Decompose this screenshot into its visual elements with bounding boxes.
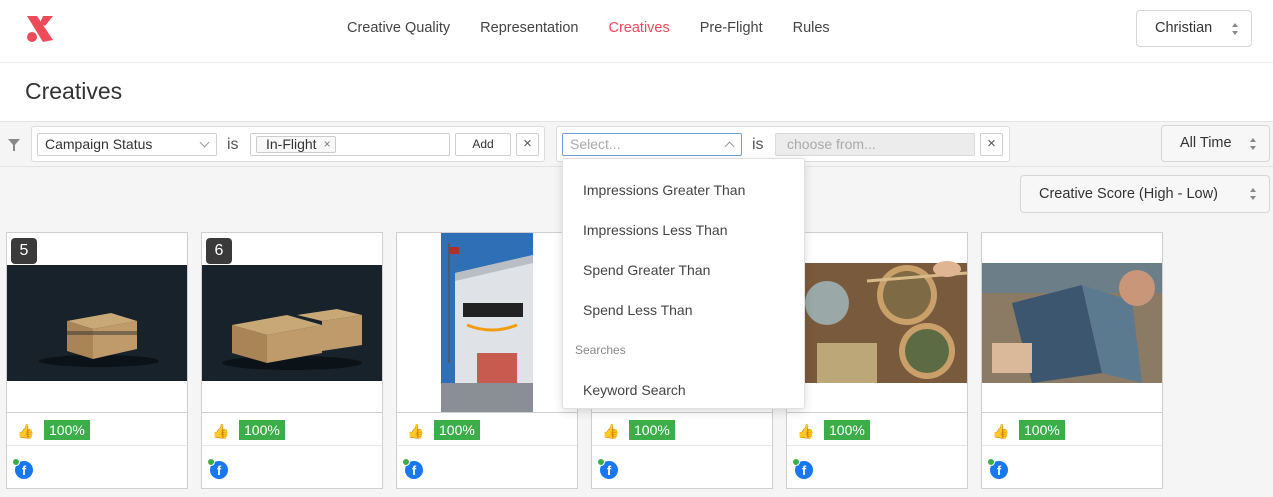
score-badge: 100%: [824, 420, 870, 440]
filter-group-1: Campaign Status is In-Flight × Add ×: [31, 126, 545, 162]
score-badge: 100%: [1019, 420, 1065, 440]
filter-value-input[interactable]: In-Flight ×: [250, 133, 450, 156]
thumbs-up-icon[interactable]: 👍: [797, 423, 814, 440]
score-badge: 100%: [239, 420, 285, 440]
tag-label: In-Flight: [266, 136, 317, 152]
thumbs-up-icon[interactable]: 👍: [17, 423, 34, 440]
thumbs-up-icon[interactable]: 👍: [992, 423, 1009, 440]
filter-icon: [8, 139, 20, 151]
card-divider: [397, 445, 577, 446]
remove-filter-1-button[interactable]: ×: [516, 133, 539, 156]
filter-operator-2: is: [752, 136, 764, 153]
creative-card[interactable]: 👍 100% f: [786, 232, 968, 489]
active-status-dot: [12, 458, 20, 466]
remove-filter-2-button[interactable]: ×: [980, 133, 1003, 156]
dumplings-image: [787, 261, 967, 383]
magazine-reader-image: [982, 263, 1162, 383]
creative-card[interactable]: 👍 100% f: [396, 232, 578, 489]
nav-pre-flight[interactable]: Pre-Flight: [700, 20, 763, 36]
thumbs-up-icon[interactable]: 👍: [602, 423, 619, 440]
select-arrows-icon: [1250, 138, 1256, 150]
thumbs-up-icon[interactable]: 👍: [212, 423, 229, 440]
user-menu-button[interactable]: Christian: [1136, 10, 1252, 47]
active-status-dot: [597, 458, 605, 466]
active-status-dot: [207, 458, 215, 466]
filter-operator: is: [227, 136, 239, 153]
creative-image[interactable]: 5: [7, 233, 187, 413]
filter-field-value: Campaign Status: [45, 136, 153, 152]
tag-remove-icon[interactable]: ×: [324, 137, 331, 152]
creative-card[interactable]: 5 👍 100% f: [6, 232, 188, 489]
creative-card[interactable]: 👍 100% f: [981, 232, 1163, 489]
active-status-dot: [792, 458, 800, 466]
score-badge: 100%: [629, 420, 675, 440]
card-divider: [202, 445, 382, 446]
filter-field-placeholder: Select...: [570, 136, 621, 152]
dropdown-item-impressions-less[interactable]: Impressions Less Than: [583, 222, 727, 238]
active-status-dot: [987, 458, 995, 466]
score-badge: 100%: [44, 420, 90, 440]
page-title: Creatives: [25, 78, 123, 104]
dropdown-group-label: Searches: [575, 343, 626, 357]
user-name: Christian: [1155, 20, 1213, 36]
thumbs-up-icon[interactable]: 👍: [407, 423, 424, 440]
app-logo-icon[interactable]: [25, 14, 55, 44]
score-badge: 100%: [434, 420, 480, 440]
filter-field-select-2[interactable]: Select...: [562, 133, 742, 156]
creative-image[interactable]: 6: [202, 233, 382, 413]
nav-representation[interactable]: Representation: [480, 20, 578, 36]
dropdown-item-impressions-greater[interactable]: Impressions Greater Than: [583, 182, 745, 198]
filter-value-select-2: choose from...: [775, 133, 975, 156]
filter-value-placeholder: choose from...: [787, 136, 876, 152]
select-arrows-icon: [1232, 23, 1238, 35]
add-filter-button[interactable]: Add: [455, 133, 511, 156]
dropdown-item-spend-less[interactable]: Spend Less Than: [583, 302, 693, 318]
main-nav: Creative Quality Representation Creative…: [347, 20, 860, 36]
time-range-value: All Time: [1180, 135, 1232, 151]
amazon-warehouse-image: [441, 233, 533, 412]
dropdown-item-keyword-search[interactable]: Keyword Search: [583, 382, 686, 398]
chevron-down-icon: [199, 137, 210, 148]
time-range-select[interactable]: All Time: [1161, 125, 1270, 162]
filter-field-dropdown: Impressions Greater Than Impressions Les…: [562, 158, 805, 409]
creative-image[interactable]: [982, 233, 1162, 413]
filter-field-select[interactable]: Campaign Status: [37, 133, 217, 156]
filter-group-2: Select... is choose from... ×: [556, 126, 1010, 162]
top-bar: Creative Quality Representation Creative…: [0, 0, 1273, 63]
active-status-dot: [402, 458, 410, 466]
creative-image[interactable]: [787, 233, 967, 413]
nav-rules[interactable]: Rules: [793, 20, 830, 36]
card-divider: [787, 445, 967, 446]
sort-select[interactable]: Creative Score (High - Low): [1020, 175, 1270, 213]
nav-creatives[interactable]: Creatives: [609, 20, 670, 36]
creative-image[interactable]: [397, 233, 577, 413]
select-arrows-icon: [1250, 188, 1256, 200]
card-divider: [982, 445, 1162, 446]
chevron-up-icon: [724, 141, 735, 152]
filter-value-tag: In-Flight ×: [256, 136, 336, 153]
creative-card[interactable]: 6 👍 100% f: [201, 232, 383, 489]
sort-value: Creative Score (High - Low): [1039, 186, 1218, 202]
card-divider: [592, 445, 772, 446]
rank-badge: 6: [206, 238, 232, 264]
dropdown-item-spend-greater[interactable]: Spend Greater Than: [583, 262, 710, 278]
nav-creative-quality[interactable]: Creative Quality: [347, 20, 450, 36]
rank-badge: 5: [11, 238, 37, 264]
card-divider: [7, 445, 187, 446]
